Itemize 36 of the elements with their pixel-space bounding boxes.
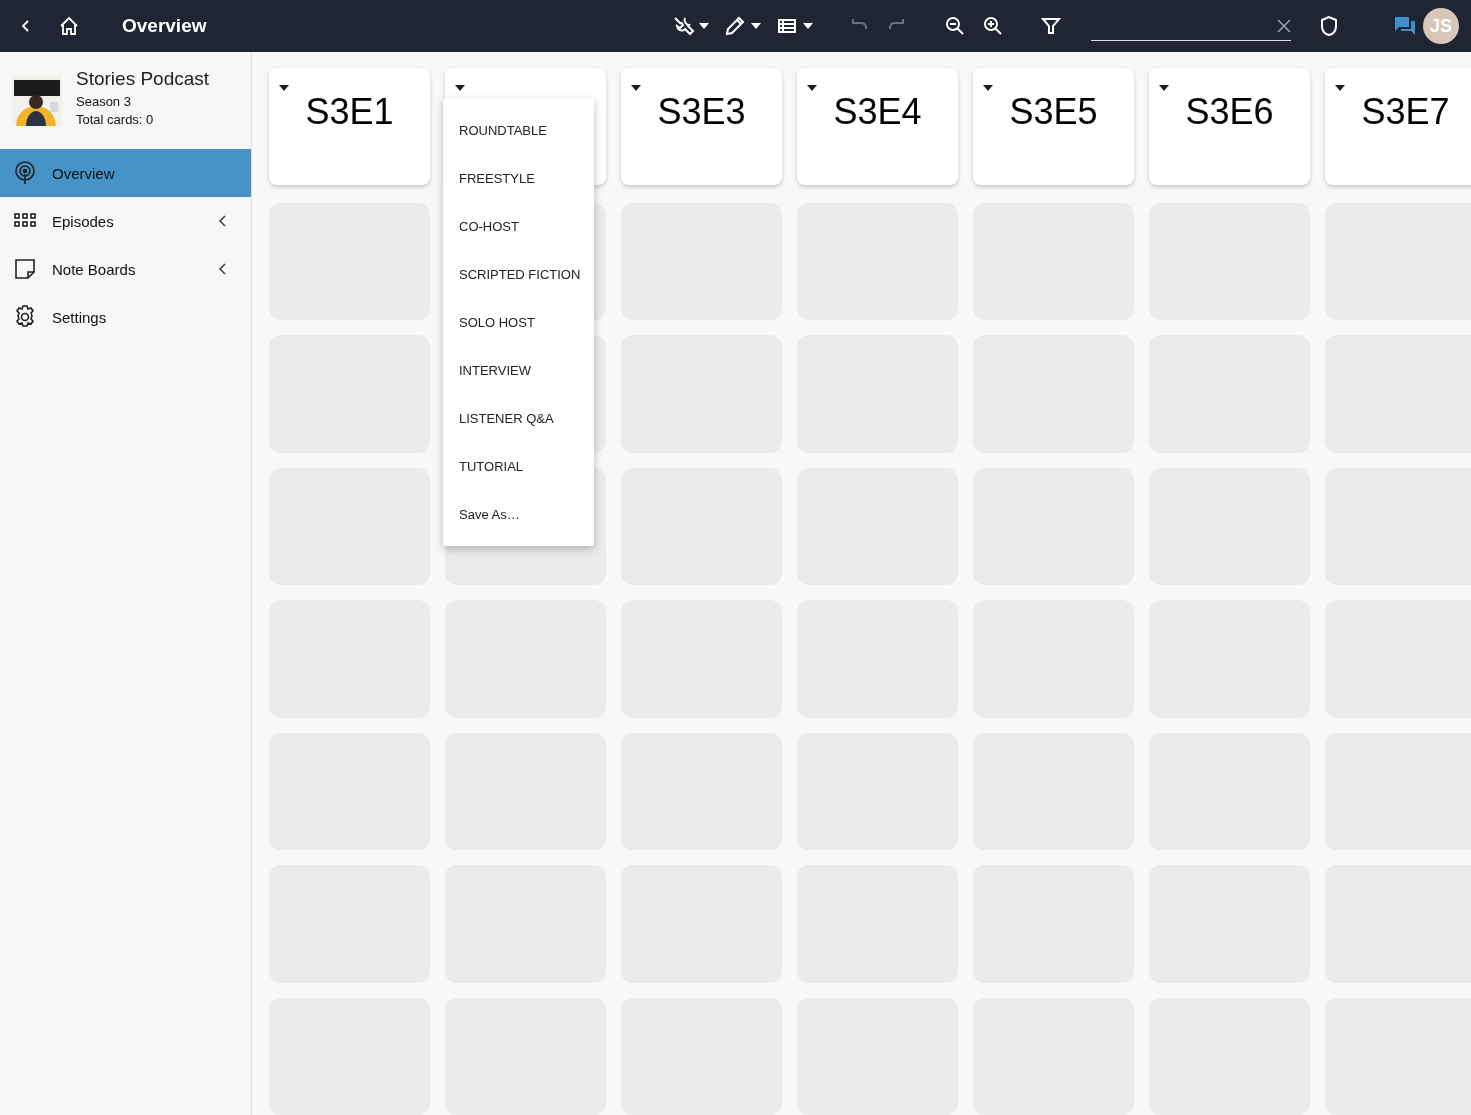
caret-icon[interactable] [1159, 85, 1169, 91]
caret-icon[interactable] [631, 85, 641, 91]
menu-item[interactable]: SOLO HOST [443, 298, 594, 346]
clear-icon[interactable] [1277, 18, 1291, 33]
caret-icon[interactable] [983, 85, 993, 91]
caret-icon[interactable] [807, 85, 817, 91]
caret-icon[interactable] [279, 85, 289, 91]
season-label: Season 3 [76, 93, 132, 111]
column-title: S3E6 [1185, 90, 1274, 134]
note-icon [12, 256, 38, 282]
page-title: Overview [122, 15, 207, 37]
nav-item[interactable]: Episodes [0, 197, 251, 245]
menu-item[interactable]: Save As… [443, 490, 594, 538]
column-title: S3E5 [1009, 90, 1098, 134]
nav-item[interactable]: Note Boards [0, 245, 251, 293]
caret-icon[interactable] [455, 85, 465, 91]
podcast-icon [12, 160, 38, 186]
menu-item[interactable]: SCRIPTED FICTION [443, 250, 594, 298]
nav-item[interactable]: Settings [0, 293, 251, 341]
column-title: S3E7 [1361, 90, 1450, 134]
column-title: S3E4 [833, 90, 922, 134]
menu-item[interactable]: LISTENER Q&A [443, 394, 594, 442]
home-button[interactable] [58, 15, 80, 37]
menu-item[interactable]: CO-HOST [443, 202, 594, 250]
total-cards-label: Total cards: 0 [76, 111, 155, 129]
menu-item[interactable]: INTERVIEW [443, 346, 594, 394]
menu-item[interactable]: TUTORIAL [443, 442, 594, 490]
menu-item[interactable]: ROUNDTABLE [443, 106, 594, 154]
shield-button[interactable] [1319, 15, 1339, 37]
podcast-name: Stories Podcast [76, 68, 210, 90]
column-title: S3E3 [657, 90, 746, 134]
caret-icon[interactable] [1335, 85, 1345, 91]
menu-item[interactable]: FREESTYLE [443, 154, 594, 202]
column-title: S3E1 [305, 90, 394, 134]
pencil-icon [723, 14, 747, 38]
nav-item[interactable]: Overview [0, 149, 251, 197]
